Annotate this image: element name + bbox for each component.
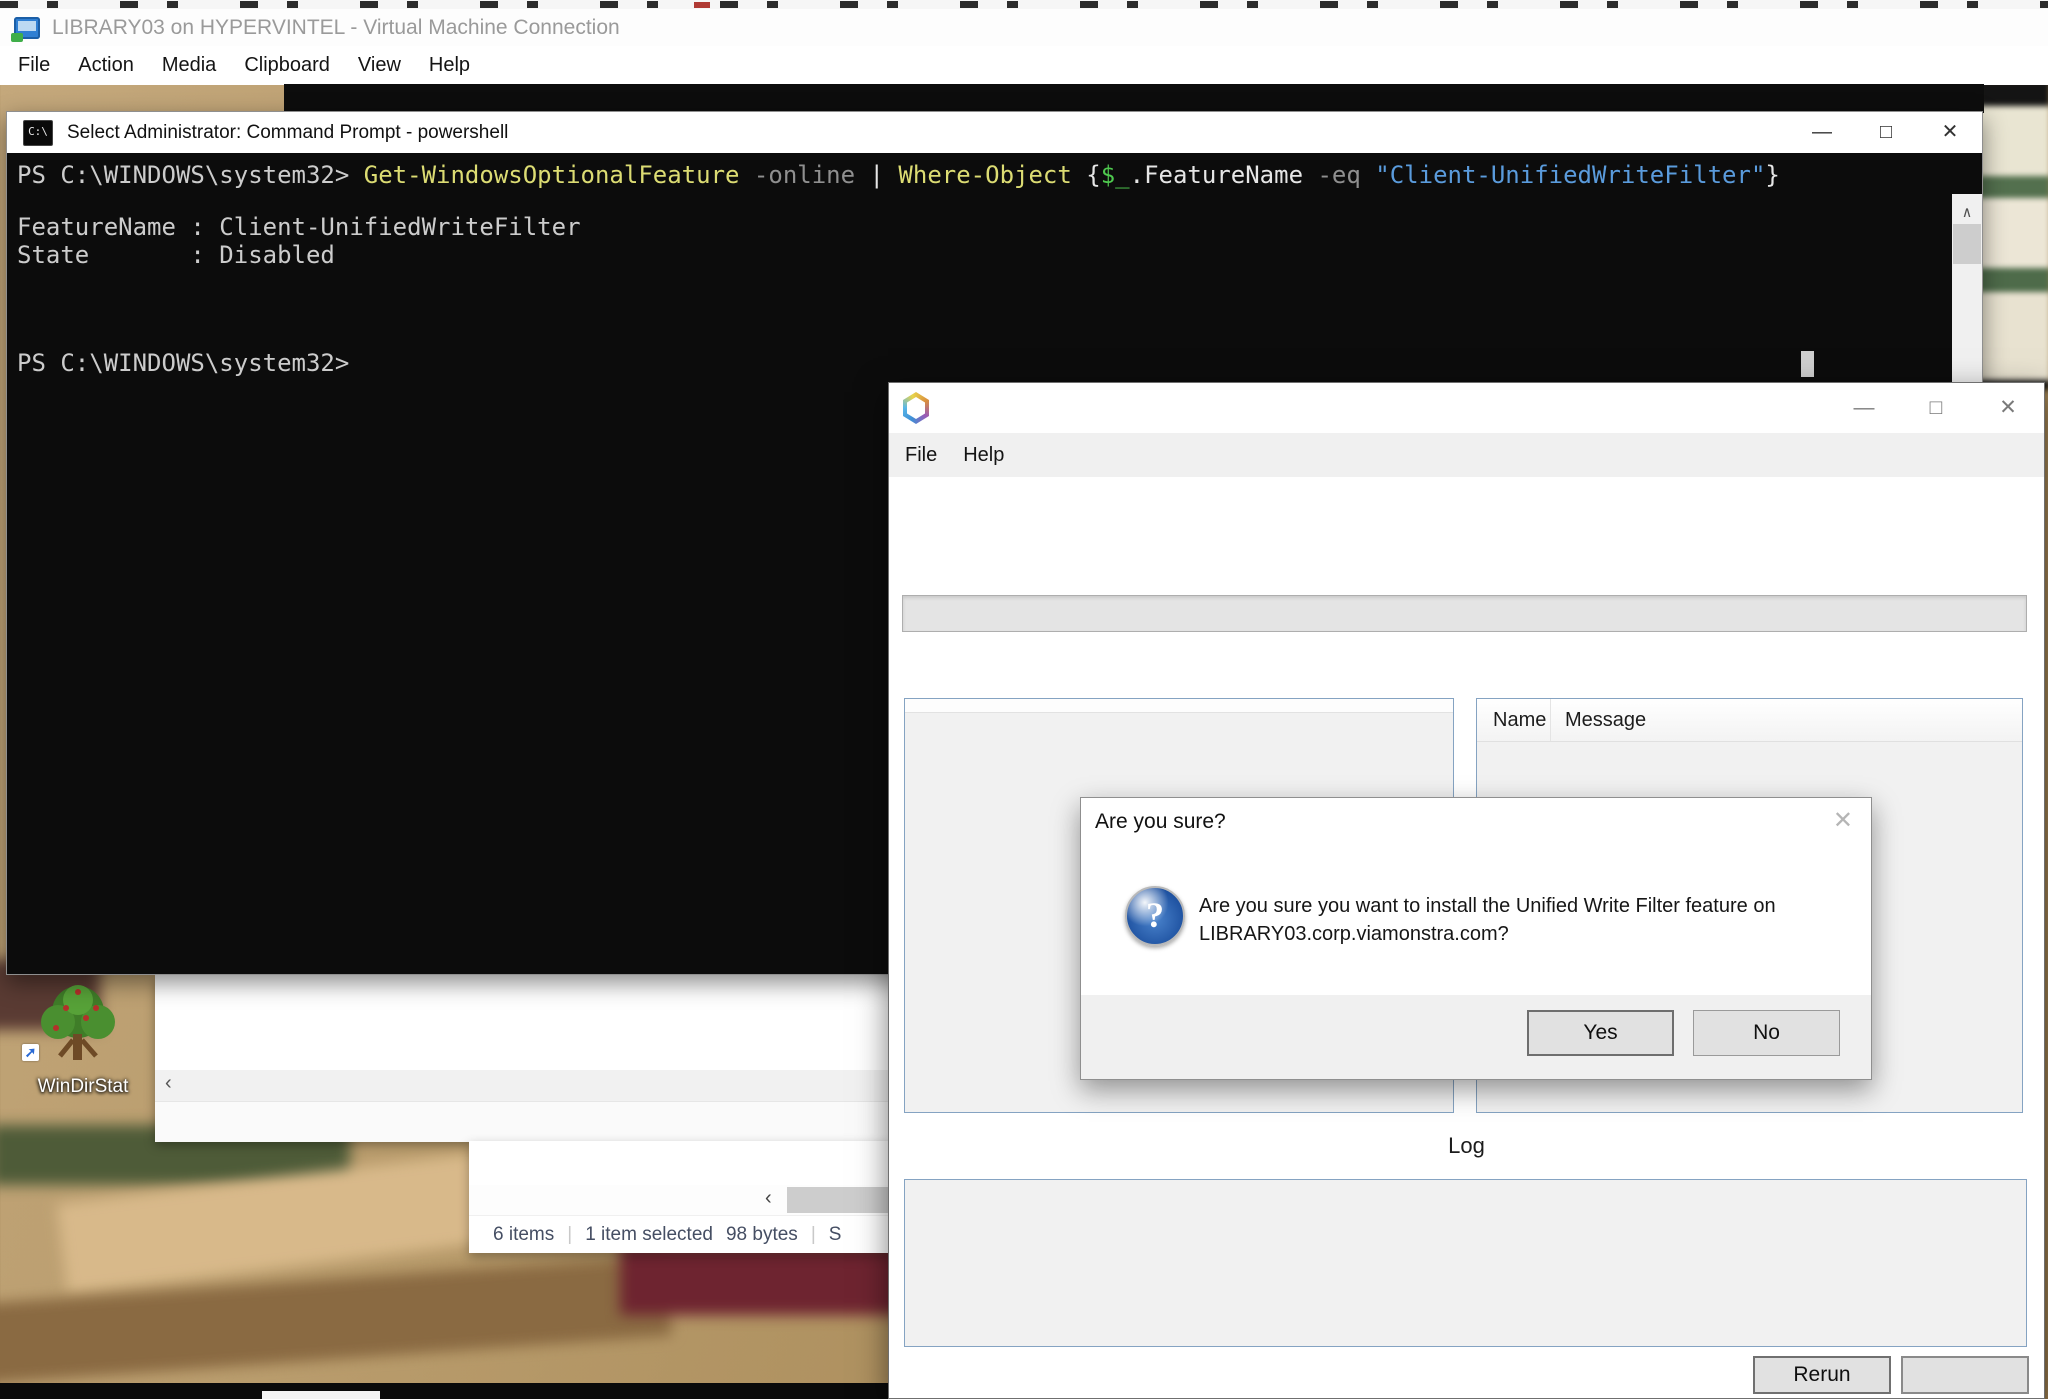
explorer-horizontal-scrollbar[interactable]: ‹ — [155, 1070, 893, 1101]
powershell-operator: -eq — [1303, 161, 1375, 189]
powershell-member: .FeatureName — [1130, 161, 1303, 189]
hyperv-icon — [14, 17, 40, 39]
windirstat-tree-icon — [30, 978, 126, 1074]
scroll-left-icon[interactable]: ‹ — [765, 1187, 772, 1210]
screen-top-dashes — [0, 1, 2048, 8]
vm-menu-action[interactable]: Action — [78, 54, 134, 77]
pipe-operator: | — [870, 161, 899, 189]
explorer-statusbar-empty — [155, 1101, 893, 1142]
confirmation-dialog: Are you sure? ✕ ? Are you sure you want … — [1080, 797, 1872, 1080]
console-output-line: State : Disabled — [17, 241, 335, 269]
column-header-message[interactable]: Message — [1551, 699, 1646, 741]
console-title: Select Administrator: Command Prompt - p… — [67, 122, 508, 144]
log-textbox[interactable] — [904, 1179, 2027, 1347]
desktop-icon-label: WinDirStat — [18, 1076, 148, 1098]
status-selected-size: 98 bytes — [726, 1224, 798, 1246]
desktop-icon-windirstat[interactable]: ➚ WinDirStat — [18, 978, 148, 1108]
status-divider: | — [811, 1224, 816, 1246]
listview-header: Name Message — [1477, 699, 2022, 742]
panel-header — [905, 699, 1453, 713]
dialog-title: Are you sure? — [1095, 810, 1226, 834]
console-prompt: PS C:\WINDOWS\system32> — [17, 349, 349, 377]
minimize-icon[interactable]: — — [1790, 112, 1854, 153]
powershell-command: Where-Object — [898, 161, 1071, 189]
secondary-button[interactable] — [1901, 1356, 2029, 1394]
status-item-count: 6 items — [493, 1224, 554, 1246]
column-header-name[interactable]: Name — [1477, 699, 1551, 741]
explorer-window-fragment-bottom: ‹ 6 items | 1 item selected 98 bytes | S — [469, 1141, 893, 1253]
explorer-horizontal-scrollbar[interactable]: ‹ — [469, 1185, 893, 1215]
explorer-window-fragment: ‹ — [155, 975, 893, 1141]
scrollbar-thumb[interactable] — [787, 1187, 893, 1213]
vm-menu-file[interactable]: File — [18, 54, 50, 77]
status-selected-count: 1 item selected — [585, 1224, 713, 1246]
maximize-icon[interactable]: □ — [1900, 383, 1972, 433]
console-titlebar[interactable]: C:\ Select Administrator: Command Prompt… — [7, 112, 1982, 153]
close-icon[interactable]: ✕ — [1833, 806, 1853, 835]
vm-menu-view[interactable]: View — [358, 54, 401, 77]
console-command-line: PS C:\WINDOWS\system32> Get-WindowsOptio… — [17, 161, 1780, 189]
vm-menu-clipboard[interactable]: Clipboard — [244, 54, 330, 77]
taskbar-strip — [0, 1383, 889, 1399]
app-hexagon-icon — [903, 392, 929, 424]
cmd-icon: C:\ — [23, 120, 53, 146]
powershell-string: "Client-UnifiedWriteFilter" — [1375, 161, 1765, 189]
vmconnect-title: LIBRARY03 on HYPERVINTEL - Virtual Machi… — [52, 16, 620, 40]
status-truncated-item: S — [829, 1224, 842, 1246]
vm-menu-media[interactable]: Media — [162, 54, 216, 77]
yes-button[interactable]: Yes — [1527, 1010, 1674, 1056]
explorer-status-bar: 6 items | 1 item selected 98 bytes | S — [469, 1215, 893, 1253]
shortcut-arrow-icon: ➚ — [22, 1044, 39, 1061]
powershell-command: Get-WindowsOptionalFeature — [364, 161, 740, 189]
powershell-parameter: -online — [739, 161, 869, 189]
wallpaper-books-right — [1978, 80, 2048, 390]
progress-bar — [902, 595, 2027, 632]
dialog-message: Are you sure you want to install the Uni… — [1199, 892, 1899, 948]
log-label: Log — [889, 1133, 2044, 1159]
vmconnect-menubar: File Action Media Clipboard View Help — [0, 46, 2048, 85]
close-icon[interactable]: ✕ — [1972, 383, 2044, 433]
powershell-variable: $_ — [1101, 161, 1130, 189]
tool-menubar: File Help — [889, 433, 2044, 477]
tool-menu-file[interactable]: File — [905, 444, 937, 467]
minimize-icon[interactable]: — — [1828, 383, 1900, 433]
taskbar-artifact — [262, 1391, 380, 1399]
scrollbar-thumb[interactable] — [1953, 224, 1981, 264]
vmconnect-titlebar: LIBRARY03 on HYPERVINTEL - Virtual Machi… — [0, 9, 2048, 46]
console-output-line: FeatureName : Client-UnifiedWriteFilter — [17, 213, 581, 241]
vm-menu-help[interactable]: Help — [429, 54, 470, 77]
tool-titlebar[interactable]: — □ ✕ — [889, 383, 2044, 433]
screen-top-red-mark — [694, 2, 710, 8]
background-window-band — [284, 84, 1984, 113]
question-mark-icon: ? — [1125, 886, 1185, 946]
status-divider: | — [567, 1224, 572, 1246]
text-cursor — [1801, 351, 1814, 377]
tool-menu-help[interactable]: Help — [963, 444, 1004, 467]
maximize-icon[interactable]: □ — [1854, 112, 1918, 153]
rerun-button[interactable]: Rerun — [1753, 1356, 1891, 1394]
close-icon[interactable]: ✕ — [1918, 112, 1982, 153]
scroll-left-icon[interactable]: ‹ — [165, 1072, 172, 1095]
scroll-up-icon[interactable]: ∧ — [1952, 198, 1982, 226]
no-button[interactable]: No — [1693, 1010, 1840, 1056]
